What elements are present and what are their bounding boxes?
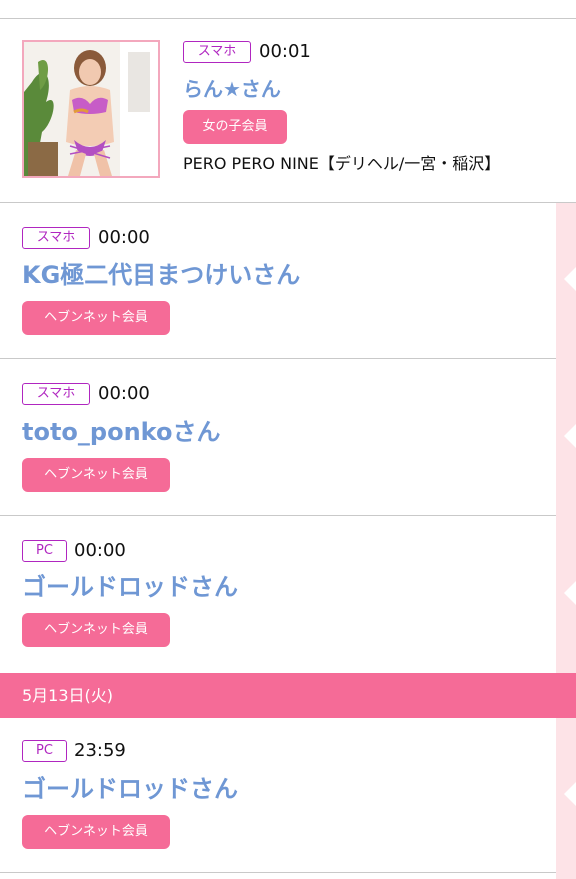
notch-marker <box>564 782 576 806</box>
shop-name-link[interactable]: PERO PERO NINE【デリヘル/一宮・稲沢】 <box>183 153 500 175</box>
device-badge: スマホ <box>22 227 90 249</box>
user-name-link[interactable]: らん★さん <box>183 74 281 104</box>
member-type-badge: ヘブンネット会員 <box>22 815 170 849</box>
user-name-link[interactable]: KG極二代目まつけいさん <box>22 260 300 290</box>
access-time: 00:00 <box>98 227 150 248</box>
access-time: 00:00 <box>98 383 150 404</box>
device-badge: PC <box>22 740 67 762</box>
date-divider: 5月13日(火) <box>0 673 576 718</box>
list-item[interactable]: スマホ 00:01 らん★さん 女の子会員 PERO PERO NINE【デリヘ… <box>0 19 576 202</box>
user-name-link[interactable]: ゴールドロッドさん <box>22 572 238 602</box>
member-type-badge: ヘブンネット会員 <box>22 613 170 647</box>
access-time: 00:00 <box>74 540 126 561</box>
device-badge: スマホ <box>183 41 251 63</box>
access-time: 23:59 <box>74 740 126 761</box>
list-item[interactable]: スマホ 00:00 toto_ponkoさん ヘブンネット会員 <box>0 359 556 515</box>
user-name-link[interactable]: ゴールドロッドさん <box>22 774 238 804</box>
row-divider <box>0 872 556 873</box>
member-type-badge: ヘブンネット会員 <box>22 301 170 335</box>
device-badge: PC <box>22 540 67 562</box>
notch-marker <box>564 267 576 291</box>
member-type-badge: 女の子会員 <box>183 110 287 144</box>
notch-marker <box>564 581 576 605</box>
list-item[interactable]: PC 23:59 ゴールドロッドさん ヘブンネット会員 <box>0 718 556 879</box>
device-badge: スマホ <box>22 383 90 405</box>
access-time: 00:01 <box>259 41 311 62</box>
list-item[interactable]: スマホ 00:00 KG極二代目まつけいさん ヘブンネット会員 <box>0 203 556 358</box>
side-strip <box>556 203 576 879</box>
member-type-badge: ヘブンネット会員 <box>22 458 170 492</box>
notch-marker <box>564 424 576 448</box>
user-name-link[interactable]: toto_ponkoさん <box>22 417 220 447</box>
girl-photo-icon <box>24 42 158 176</box>
avatar[interactable] <box>22 40 160 178</box>
list-item[interactable]: PC 00:00 ゴールドロッドさん ヘブンネット会員 <box>0 516 556 673</box>
